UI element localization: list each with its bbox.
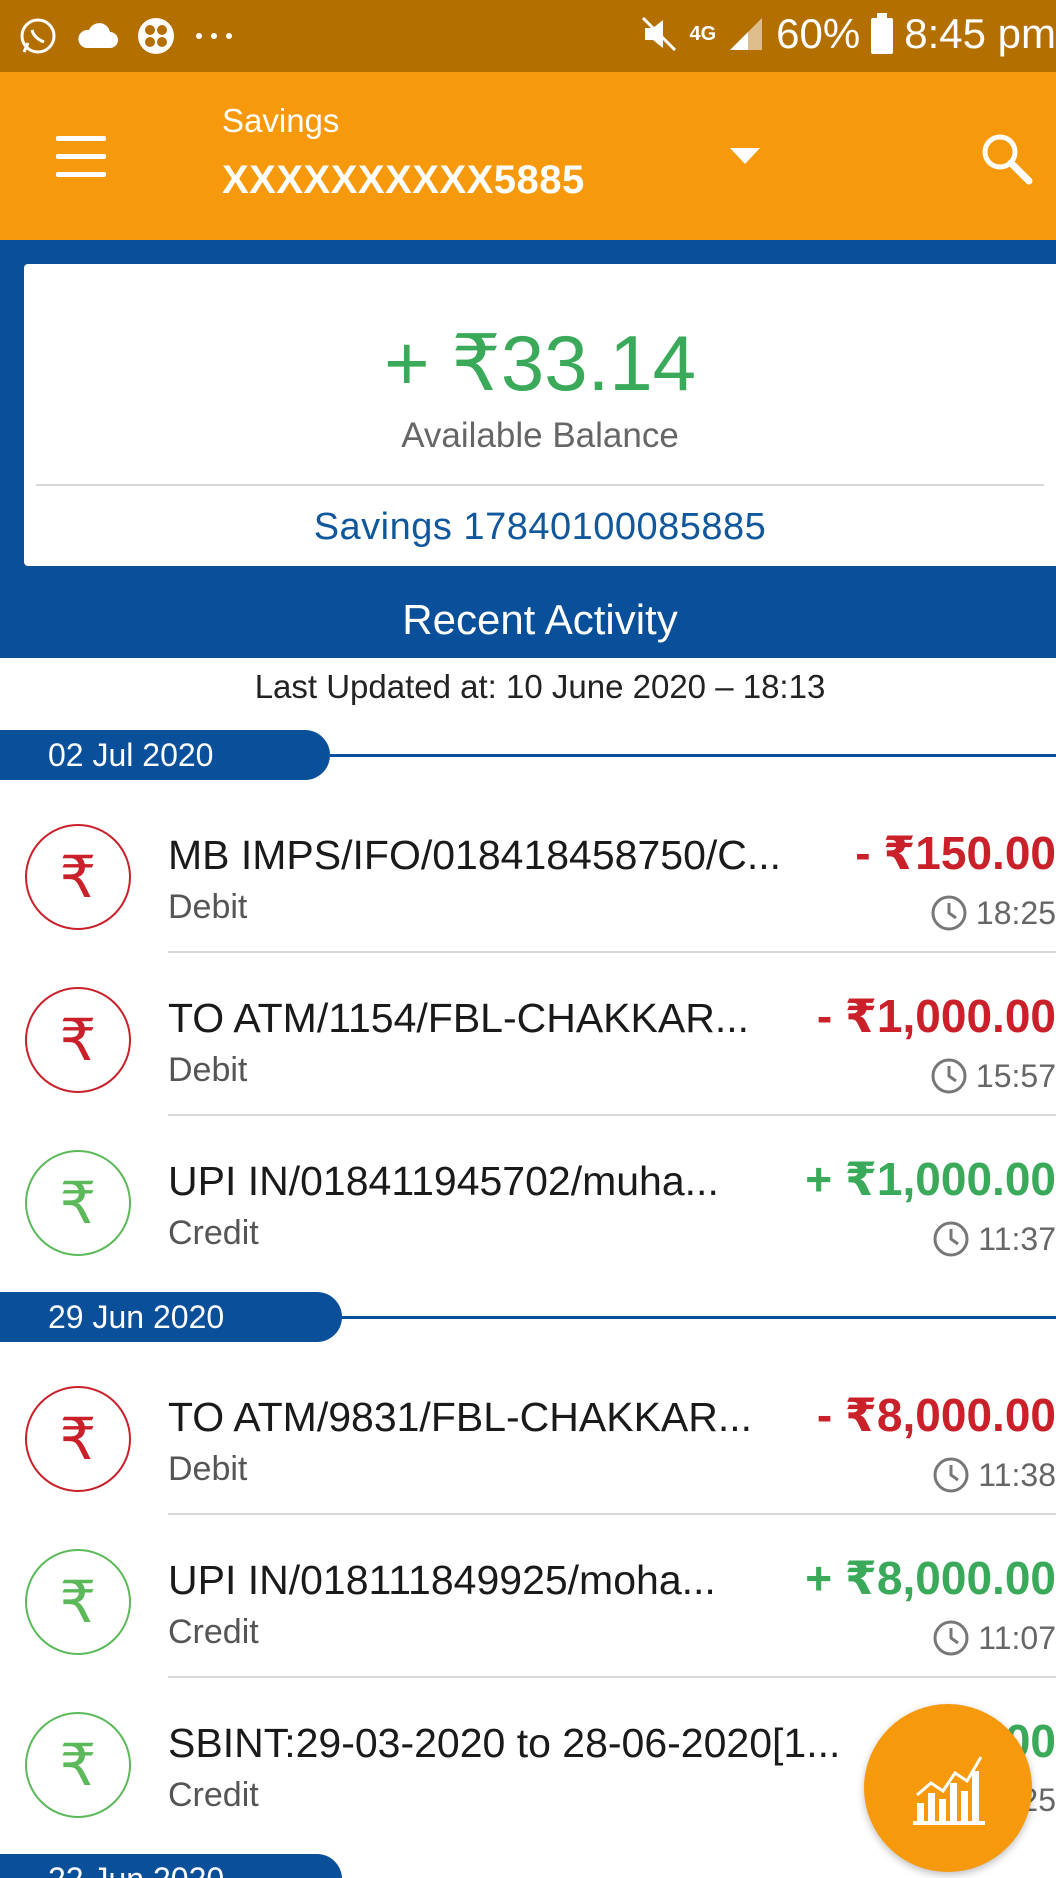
transaction-row[interactable]: ₹ TO ATM/1154/FBL-CHAKKAR... Debit - ₹1,…: [0, 953, 1056, 1116]
transaction-row[interactable]: ₹ TO ATM/9831/FBL-CHAKKAR... Debit - ₹8,…: [0, 1352, 1056, 1515]
clock-icon: [933, 1221, 969, 1257]
transaction-description: UPI IN/018411945702/muha...: [168, 1158, 719, 1204]
rupee-icon: ₹: [25, 1150, 131, 1256]
date-line: [342, 1316, 1056, 1319]
rupee-icon: ₹: [25, 1386, 131, 1492]
app-icon: [136, 16, 176, 56]
transaction-description: SBINT:29-03-2020 to 28-06-2020[1...: [168, 1720, 841, 1766]
transaction-time: 11:38: [932, 1456, 1056, 1494]
account-number-selector[interactable]: XXXXXXXXXX5885: [222, 158, 585, 203]
transaction-time: 15:57: [930, 1057, 1056, 1095]
analytics-chart-icon: [913, 1756, 985, 1825]
battery-percent: 60%: [776, 10, 861, 57]
clock-icon: [931, 1058, 967, 1094]
transaction-description: UPI IN/018111849925/moha...: [168, 1557, 716, 1603]
network-type: 4G: [689, 22, 717, 45]
transaction-amount: - ₹1,000.00: [816, 990, 1056, 1042]
date-header: 22 Jun 2020: [0, 1854, 1056, 1878]
battery-icon: [870, 13, 894, 55]
time-value: 11:07: [978, 1619, 1056, 1656]
app-bar: Savings XXXXXXXXXX5885: [0, 72, 1056, 240]
transaction-time: 18:25: [930, 894, 1056, 932]
account-number-link[interactable]: Savings 17840100085885: [24, 506, 1056, 549]
clock-icon: [931, 895, 967, 931]
date-header: 29 Jun 2020: [0, 1292, 1056, 1342]
cloud-icon: [76, 20, 118, 52]
status-bar: 4G 60% 8:45 pm: [0, 0, 1056, 72]
divider: [36, 484, 1044, 486]
transaction-description: TO ATM/1154/FBL-CHAKKAR...: [168, 995, 750, 1041]
transaction-description: TO ATM/9831/FBL-CHAKKAR...: [168, 1394, 753, 1440]
transaction-row[interactable]: ₹ UPI IN/018411945702/muha... Credit + ₹…: [0, 1116, 1056, 1279]
rupee-icon: ₹: [25, 1712, 131, 1818]
mute-icon: [639, 14, 679, 54]
transaction-time: 11:37: [932, 1220, 1056, 1258]
transaction-amount: - ₹8,000.00: [816, 1389, 1056, 1441]
time-value: 11:37: [978, 1220, 1056, 1257]
clock-icon: [933, 1457, 969, 1493]
time-value: 15:57: [975, 1057, 1056, 1094]
available-balance-label: Available Balance: [401, 416, 679, 455]
clock-time: 8:45 pm: [904, 10, 1056, 57]
hamburger-menu-icon[interactable]: [48, 130, 114, 182]
transaction-amount: - ₹150.00: [855, 827, 1056, 879]
rupee-icon: ₹: [25, 1549, 131, 1655]
transaction-amount: + ₹1,000.00: [805, 1153, 1056, 1205]
clock-icon: [933, 1620, 969, 1656]
date-label: 22 Jun 2020: [0, 1854, 342, 1878]
rupee-icon: ₹: [25, 824, 131, 930]
dropdown-arrow-icon[interactable]: [730, 146, 760, 166]
transaction-type: Debit: [168, 1051, 248, 1089]
last-updated-text: Last Updated at: 10 June 2020 – 18:13: [254, 668, 826, 705]
transaction-row[interactable]: ₹ MB IMPS/IFO/018418458750/C... Debit - …: [0, 790, 1056, 953]
transaction-time: 11:07: [932, 1619, 1056, 1657]
balance-card: + ₹33.14 Available Balance Savings 17840…: [24, 264, 1056, 566]
signal-icon: [726, 14, 766, 54]
transaction-row[interactable]: ₹ UPI IN/018111849925/moha... Credit + ₹…: [0, 1515, 1056, 1678]
transaction-type: Credit: [168, 1613, 259, 1651]
date-header: 02 Jul 2020: [0, 730, 1056, 780]
analytics-chart-button[interactable]: [864, 1704, 1032, 1872]
transaction-amount: + ₹8,000.00: [805, 1552, 1056, 1604]
whatsapp-icon: [18, 16, 58, 56]
date-line: [330, 754, 1056, 757]
rupee-icon: ₹: [25, 987, 131, 1093]
search-icon[interactable]: [976, 128, 1036, 188]
transaction-type: Credit: [168, 1776, 259, 1814]
transaction-type: Credit: [168, 1214, 259, 1252]
available-balance-amount: + ₹33.14: [383, 319, 697, 407]
time-value: 18:25: [975, 894, 1056, 931]
date-label: 02 Jul 2020: [0, 730, 330, 780]
transaction-type: Debit: [168, 1450, 248, 1488]
date-label: 29 Jun 2020: [0, 1292, 342, 1342]
recent-activity-title: Recent Activity: [402, 596, 678, 643]
time-value: 11:38: [978, 1456, 1056, 1493]
transaction-type: Debit: [168, 888, 248, 926]
transaction-description: MB IMPS/IFO/018418458750/C...: [168, 832, 782, 878]
more-dots-icon: [194, 31, 234, 41]
account-type-label: Savings: [222, 102, 340, 139]
